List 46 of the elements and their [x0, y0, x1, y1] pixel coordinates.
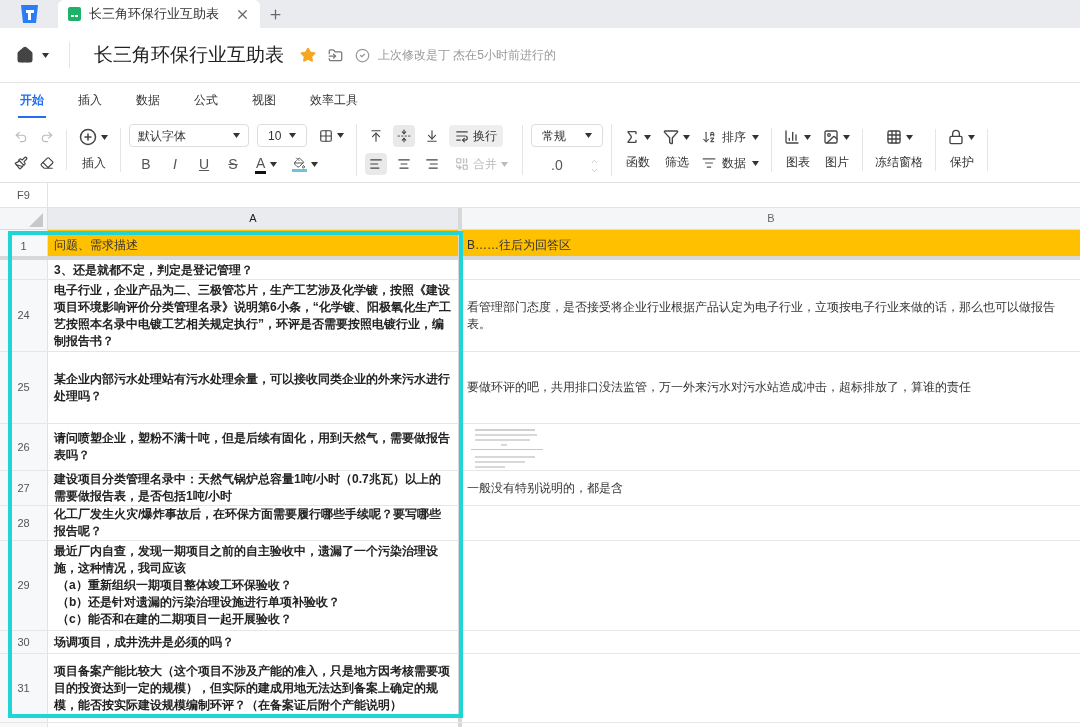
option-text: （c）能否和在建的二期项目一起开展验收？ [56, 611, 293, 628]
browser-tab[interactable]: 长三角环保行业互助表 [58, 0, 260, 28]
menu-tab[interactable]: 公式 [192, 83, 220, 118]
toolbar-button[interactable]: 筛选 [663, 129, 690, 171]
row-header[interactable]: 27 [0, 471, 48, 505]
insert-button[interactable]: 插入 [81, 154, 106, 172]
option-text: （b）还是针对遗漏的污染治理设施进行单项补验收？ [56, 594, 342, 611]
tab-title: 长三角环保行业互助表 [89, 5, 220, 24]
font-dropdown[interactable]: 默认字体 [129, 124, 249, 147]
decimal-places-text[interactable]: .0 [551, 155, 563, 176]
last-modified-text: 上次修改是丁 杰在5小时前进行的 [378, 47, 556, 64]
table-cell-text: 一般没有特别说明的，都是含 [466, 479, 624, 497]
menu-tab[interactable]: 数据 [134, 83, 162, 118]
format-button[interactable]: B [139, 154, 153, 175]
table-cell-text: 看管理部门态度，是否接受将企业行业根据产品认定为电子行业，立项按电子行业来做的话，那么也可以做报告表。 [466, 298, 1056, 333]
row-header[interactable]: 29 [0, 541, 48, 630]
sort-button[interactable]: 排序 [702, 128, 759, 146]
format-button[interactable]: I [168, 154, 182, 175]
toolbar-button[interactable]: 图片 [823, 129, 850, 171]
menu-tab[interactable]: 插入 [76, 83, 104, 118]
table-cell-text: 要做环评的吧，共用排口没法监管，万一外来污水对污水站造成冲击，超标排放了，算谁的责任 [466, 379, 972, 396]
format-button[interactable]: S [226, 154, 240, 175]
menu-tab[interactable]: 效率工具 [308, 83, 360, 118]
font-size-dropdown[interactable]: 10 [257, 124, 307, 147]
row-header[interactable]: 30 [0, 631, 48, 653]
number-format-dropdown[interactable]: 常规 [531, 124, 603, 147]
option-text: （a）重新组织一期项目整体竣工环保验收？ [56, 577, 293, 594]
question-text: 最近厂内自查，发现一期项目之前的自主验收中，遗漏了一个污染治理设施，这种情况，我司应该 [54, 543, 439, 577]
toolbar-button[interactable]: 图表 [784, 129, 811, 171]
toolbar-button[interactable]: 函数 [624, 129, 651, 171]
row-header[interactable]: 28 [0, 506, 48, 540]
menu-tab[interactable]: 开始 [18, 83, 46, 118]
format-button[interactable]: U [197, 154, 211, 175]
menu-tab[interactable]: 视图 [250, 83, 278, 118]
row-header[interactable]: 26 [0, 424, 48, 470]
font-color-button[interactable]: A [255, 155, 267, 174]
data-button[interactable]: 数据 [702, 154, 759, 172]
column-header[interactable]: A [48, 208, 462, 229]
cell-reference[interactable]: F9 [0, 183, 48, 207]
row-header[interactable]: 25 [0, 352, 48, 423]
document-title[interactable]: 长三角环保行业互助表 [94, 40, 284, 70]
toolbar-button[interactable]: 保护 [948, 129, 975, 171]
wrap-text-button[interactable]: 换行 [449, 125, 503, 147]
toolbar-button[interactable]: 冻结窗格 [875, 129, 923, 171]
table-cell: B……往后为回答区 [462, 230, 1080, 256]
row-header[interactable]: 24 [0, 280, 48, 351]
